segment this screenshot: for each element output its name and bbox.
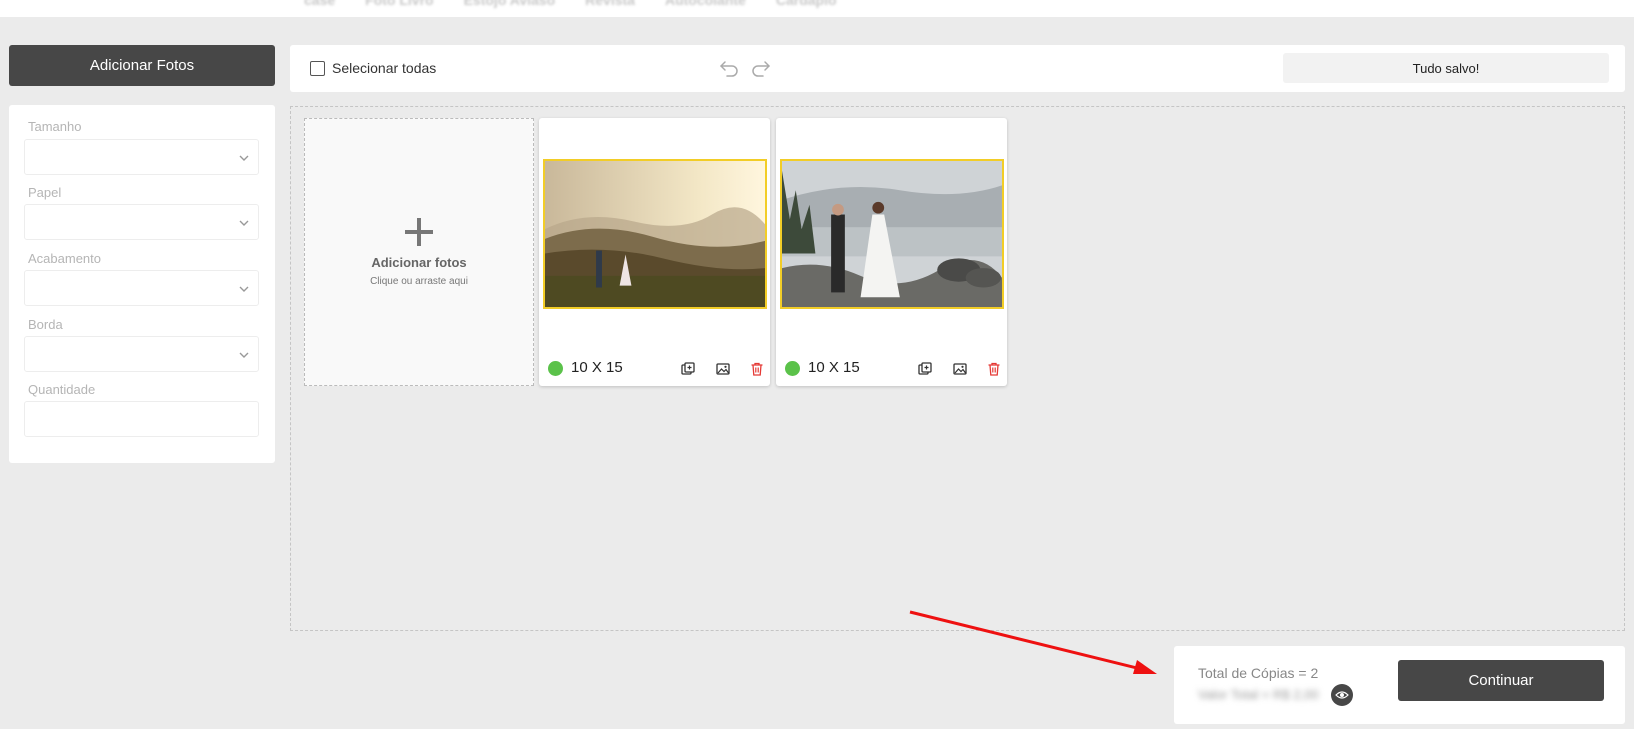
continue-button[interactable]: Continuar: [1398, 660, 1604, 701]
status-indicator: [548, 361, 563, 376]
order-summary: Total de Cópias = 2 Valor Total = R$ 2,0…: [1174, 646, 1625, 724]
tab-case[interactable]: case: [304, 0, 335, 8]
select-all-checkbox[interactable]: Selecionar todas: [310, 60, 436, 76]
photo-size-label: 10 X 15: [571, 359, 623, 376]
status-indicator: [785, 361, 800, 376]
photo-card[interactable]: 10 X 15: [539, 118, 770, 386]
tab-revista[interactable]: Revista: [585, 0, 635, 8]
add-photos-button[interactable]: Adicionar Fotos: [9, 45, 275, 86]
chevron-down-icon: [239, 286, 249, 292]
tab-cardapio[interactable]: Cardápio: [776, 0, 837, 8]
plus-icon: [405, 218, 433, 246]
couple-on-hill-image: [545, 161, 765, 307]
total-copies-label: Total de Cópias = 2: [1198, 665, 1319, 681]
print-options-panel: Tamanho Papel Acabamento Borda Quantidad…: [9, 105, 275, 463]
total-price-label: Valor Total = R$ 2,00: [1198, 687, 1319, 702]
undo-icon[interactable]: [718, 59, 740, 77]
border-label: Borda: [28, 317, 63, 332]
photo-card-footer: 10 X 15: [547, 358, 765, 378]
size-select[interactable]: [24, 139, 259, 175]
finish-label: Acabamento: [28, 251, 101, 266]
eye-icon: [1335, 691, 1349, 699]
photo-toolbar: Selecionar todas Tudo salvo!: [290, 45, 1625, 92]
add-photos-hint: Clique ou arraste aqui: [370, 276, 468, 287]
photo-thumbnail[interactable]: [780, 159, 1004, 309]
edit-image-icon[interactable]: [715, 361, 731, 377]
couple-at-lake-image: [782, 161, 1002, 307]
chevron-down-icon: [239, 352, 249, 358]
finish-select[interactable]: [24, 270, 259, 306]
paper-select[interactable]: [24, 204, 259, 240]
product-tabs: case Foto Livro Estojo Aviaso Revista Au…: [304, 0, 837, 8]
photo-size-label: 10 X 15: [808, 359, 860, 376]
edit-image-icon[interactable]: [952, 361, 968, 377]
duplicate-icon[interactable]: [917, 361, 933, 377]
photo-card-footer: 10 X 15: [784, 358, 1002, 378]
top-nav-bar: case Foto Livro Estojo Aviaso Revista Au…: [0, 0, 1634, 17]
select-all-label: Selecionar todas: [332, 60, 437, 76]
photo-thumbnail[interactable]: [543, 159, 767, 309]
save-status: Tudo salvo!: [1283, 53, 1609, 83]
checkbox-box[interactable]: [310, 60, 325, 76]
chevron-down-icon: [239, 220, 249, 226]
tab-estojo[interactable]: Estojo Aviaso: [464, 0, 556, 8]
size-label: Tamanho: [28, 119, 82, 134]
tab-foto-livro[interactable]: Foto Livro: [365, 0, 433, 8]
trash-icon[interactable]: [986, 361, 1002, 377]
add-photos-dropzone[interactable]: Adicionar fotos Clique ou arraste aqui: [304, 118, 534, 386]
trash-icon[interactable]: [749, 361, 765, 377]
duplicate-icon[interactable]: [680, 361, 696, 377]
border-select[interactable]: [24, 336, 259, 372]
chevron-down-icon: [239, 155, 249, 161]
quantity-input[interactable]: [24, 401, 259, 437]
tab-autocolante[interactable]: Autocolante: [665, 0, 746, 8]
redo-icon[interactable]: [750, 59, 772, 77]
show-price-button[interactable]: [1331, 684, 1353, 706]
paper-label: Papel: [28, 185, 62, 200]
add-photos-title: Adicionar fotos: [371, 255, 467, 270]
photo-card[interactable]: 10 X 15: [776, 118, 1007, 386]
quantity-label: Quantidade: [28, 382, 96, 397]
